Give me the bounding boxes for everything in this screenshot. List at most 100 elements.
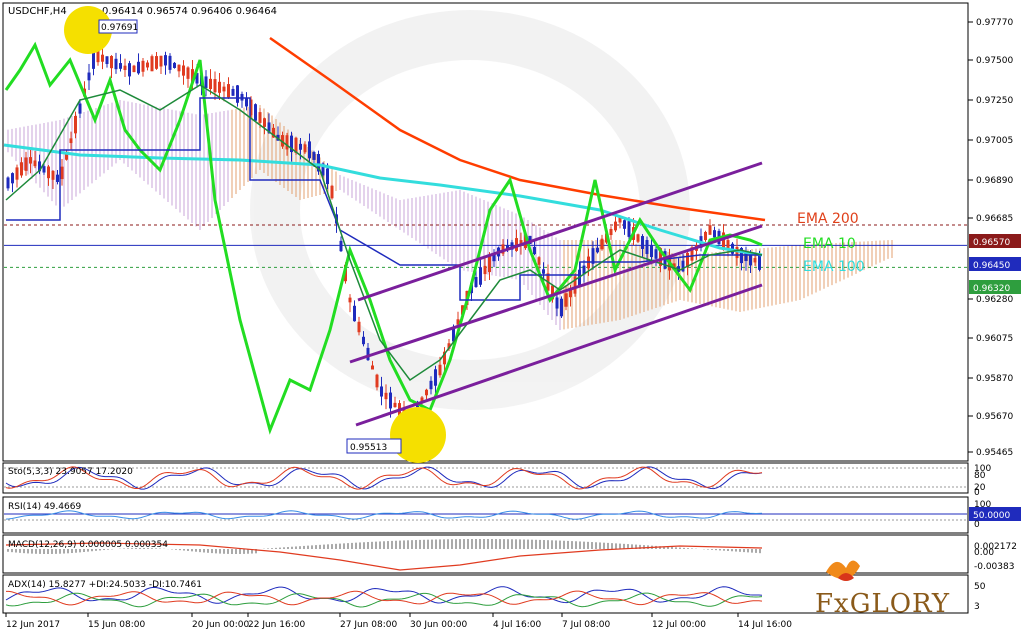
candle-body: [47, 166, 50, 179]
ema100-label: EMA 100: [803, 259, 865, 275]
candle-body: [11, 173, 14, 184]
candle-body: [74, 115, 77, 134]
candle-body: [150, 56, 154, 72]
candle-body: [42, 166, 46, 173]
candle-body: [533, 246, 536, 255]
candle-body: [186, 67, 190, 79]
candle-body: [753, 258, 757, 263]
candle-body: [182, 65, 185, 76]
candle-body: [474, 276, 478, 288]
candle-body: [101, 54, 104, 62]
candle-body: [393, 402, 397, 408]
price-tick-label: 0.95465: [976, 448, 1013, 458]
time-tick-label: 22 Jun 16:00: [248, 620, 305, 630]
indicator-tick-label: 0: [974, 520, 980, 530]
candle-body: [708, 225, 712, 235]
candle-body: [389, 392, 392, 409]
candle-body: [128, 63, 131, 77]
candle-body: [650, 244, 653, 258]
rsi-line: [5, 510, 763, 520]
candle-body: [375, 374, 379, 388]
candle-body: [312, 152, 316, 160]
indicator-axes: 1008020010050.000000.0021720.00-0.003835…: [969, 464, 1021, 612]
candle-body: [245, 98, 248, 107]
candle-body: [24, 157, 28, 171]
price-tick-label: 0.96075: [976, 334, 1013, 344]
candle-body: [222, 86, 226, 92]
low-marker: 0.95513: [346, 407, 446, 463]
stochastic-title: Sto(5,3,3) 23.9057 17.2020: [8, 467, 133, 477]
candle-body: [366, 347, 370, 361]
rsi-title: RSI(14) 49.4669: [8, 502, 81, 512]
candle-body: [636, 234, 640, 242]
candle-body: [425, 389, 428, 396]
time-tick-label: 15 Jun 08:00: [88, 620, 145, 630]
low-label: 0.95513: [350, 443, 387, 453]
candle-body: [384, 392, 388, 400]
adx-title: ADX(14) 15.8277 +DI:24.5033 -DI:10.7461: [8, 580, 202, 590]
candle-body: [627, 221, 631, 237]
candle-body: [6, 177, 10, 189]
price-tag-label: 0.96320: [973, 284, 1010, 294]
time-axis: 12 Jun 2017 15 Jun 08:00 20 Jun 00:0022 Ju…: [5, 613, 792, 630]
time-tick-label: 27 Jun 08:00: [340, 620, 397, 630]
candle-body: [168, 55, 172, 70]
candle-body: [164, 55, 167, 66]
candle-body: [204, 76, 208, 89]
chart-window: USDCHF,H4 0.96414 0.96574 0.96406 0.9646…: [0, 0, 1024, 636]
candle-body: [173, 62, 176, 68]
price-tick-label: 0.96280: [976, 295, 1013, 305]
candle-body: [110, 55, 113, 69]
candle-body: [137, 61, 140, 74]
candle-body: [645, 240, 649, 254]
price-tick-label: 0.97005: [976, 136, 1013, 146]
candle-body: [429, 380, 433, 390]
candle-body: [542, 269, 545, 274]
candle-body: [105, 56, 109, 65]
candle-body: [33, 160, 37, 167]
candle-body: [348, 297, 352, 303]
candle-body: [488, 255, 491, 273]
candle-body: [623, 220, 626, 229]
candle-body: [609, 228, 613, 236]
candle-body: [123, 65, 127, 71]
candle-body: [303, 144, 307, 153]
price-tags: 0.96570 0.96450 0.96320: [969, 234, 1021, 294]
candle-body: [69, 138, 73, 144]
price-tag-label: 0.96570: [973, 238, 1010, 248]
candle-body: [560, 298, 563, 317]
indicator-tick-label: 80: [974, 471, 986, 481]
candle-body: [92, 51, 95, 69]
candle-body: [339, 240, 343, 252]
candle-body: [537, 257, 541, 265]
candle-body: [357, 321, 361, 333]
price-tick-label: 0.97250: [976, 96, 1013, 106]
candle-body: [713, 230, 716, 238]
candle-body: [600, 238, 604, 250]
indicator-tick-label: 50: [974, 582, 986, 592]
price-tick-label: 0.97500: [976, 56, 1013, 66]
candle-body: [285, 135, 289, 150]
symbol-header: USDCHF,H4: [8, 6, 67, 17]
indicator-tick-label: 0.00: [974, 548, 994, 558]
indicator-titles: Sto(5,3,3) 23.9057 17.2020 RSI(14) 49.46…: [8, 467, 202, 590]
candle-body: [218, 81, 221, 93]
brand-logo: FxGLORY: [815, 560, 949, 619]
candle-body: [29, 157, 32, 164]
candle-body: [231, 88, 235, 96]
candle-body: [654, 249, 658, 259]
candle-body: [434, 369, 437, 386]
candle-body: [227, 84, 230, 98]
time-tick-label: 12 Jun 2017: [6, 620, 60, 630]
indicator-tick-label: 0: [974, 488, 980, 498]
candle-body: [438, 364, 442, 376]
time-tick-label: 12 Jul 00:00: [652, 620, 706, 630]
price-tick-label: 0.95870: [976, 374, 1013, 384]
candle-body: [299, 143, 302, 150]
time-tick-label: 14 Jul 16:00: [738, 620, 792, 630]
candle-body: [362, 336, 365, 345]
candle-body: [146, 62, 149, 68]
candle-body: [614, 221, 617, 231]
candle-body: [141, 60, 145, 72]
ohlc-header: 0.96414 0.96574 0.96406 0.96464: [102, 6, 277, 17]
